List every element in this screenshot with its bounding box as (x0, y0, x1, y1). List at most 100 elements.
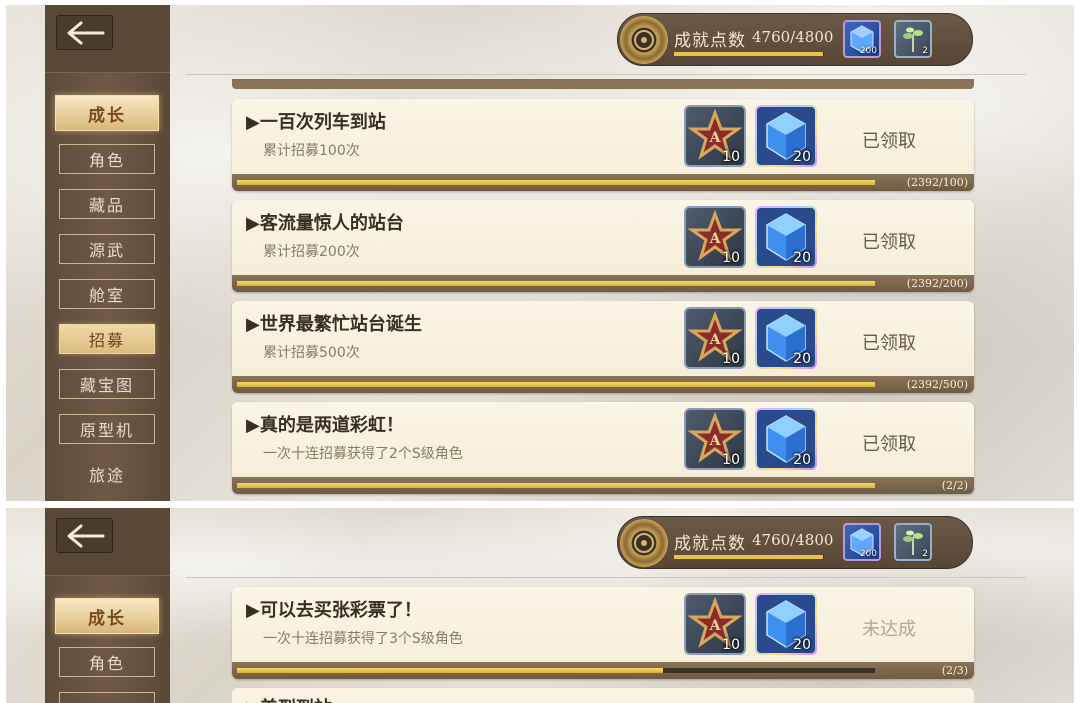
nav-item-treasure-map[interactable]: 藏宝图 (59, 369, 155, 399)
progress-track (237, 668, 875, 673)
reward-item-crystal[interactable]: 20 (755, 408, 817, 470)
reward-item-crystal[interactable]: 20 (755, 105, 817, 167)
card-title: ▶真的是两道彩虹！ (246, 415, 404, 436)
card-title: ▶美到到站 (246, 694, 332, 703)
compass-emblem-icon (620, 16, 668, 64)
nav-item-source-weapon[interactable]: 源武 (59, 234, 155, 264)
nav-item-label: 旅途 (88, 466, 125, 485)
claim-status: 未达成 (862, 619, 916, 640)
points-progress (674, 52, 824, 56)
reward-count: 20 (793, 149, 811, 165)
progress-text: (2392/100) (906, 176, 968, 189)
svg-text:A: A (709, 433, 722, 449)
reward-count: 20 (793, 351, 811, 367)
claim-status[interactable]: 已领取 (862, 430, 916, 456)
reward-item-crystal[interactable]: 20 (755, 307, 817, 369)
points-progress (674, 555, 824, 559)
milestone-reward-crystal[interactable]: 200 (843, 523, 881, 561)
reward-count: 10 (722, 149, 740, 165)
reward-item-badge[interactable]: A 10 (684, 307, 746, 369)
nav-item-cabin[interactable]: 舱室 (59, 279, 155, 309)
nav-item-growth[interactable]: 成长 (55, 598, 159, 634)
nav-item-recruit[interactable]: 招募 (59, 324, 155, 354)
points-value: 4760/4800 (752, 28, 834, 46)
reward-count: 10 (722, 452, 740, 468)
compass-emblem-icon (620, 519, 668, 567)
nav-item-collection[interactable] (59, 692, 155, 703)
progress-text: (2/3) (941, 664, 968, 677)
card-progress-bar: (2/2) (232, 477, 974, 494)
progress-fill (237, 382, 875, 387)
nav-item-label: 舱室 (88, 286, 125, 305)
reward-count: 200 (859, 549, 877, 559)
points-label: 成就点数 (674, 534, 746, 554)
nav-item-label: 源武 (88, 241, 125, 260)
progress-text: (2392/500) (906, 378, 968, 391)
achievement-points-bar: 成就点数 4760/4800 200 2 (617, 13, 973, 66)
progress-text: (2/2) (941, 479, 968, 492)
achievement-card: ▶真的是两道彩虹！ 一次十连招募获得了2个S级角色 A 10 20 已领取 (2/2) (232, 402, 974, 494)
claim-status[interactable]: 已领取 (862, 329, 916, 355)
milestone-reward-crystal[interactable]: 200 (843, 20, 881, 58)
reward-item-badge[interactable]: A 10 (684, 105, 746, 167)
card-title: ▶世界最繁忙站台诞生 (246, 314, 422, 335)
back-button[interactable] (56, 15, 113, 50)
reward-count: 10 (722, 637, 740, 653)
reward-count: 20 (793, 250, 811, 266)
reward-count: 20 (793, 452, 811, 468)
points-value: 4760/4800 (752, 531, 834, 549)
nav-item-prototype[interactable]: 原型机 (59, 414, 155, 444)
card-progress-bar: (2/3) (232, 662, 974, 679)
reward-item-badge[interactable]: A 10 (684, 408, 746, 470)
claim-status[interactable]: 已领取 (862, 127, 916, 153)
progress-fill (237, 668, 663, 673)
points-progress-fill (674, 52, 823, 56)
card-title: ▶一百次列车到站 (246, 112, 386, 133)
achievement-card: ▶一百次列车到站 累计招募100次 A 10 20 已领取 (2392/100) (232, 99, 974, 191)
back-button[interactable] (56, 518, 113, 553)
nav-item-label: 招募 (88, 331, 125, 350)
svg-text:A: A (709, 332, 722, 348)
points-label: 成就点数 (674, 31, 746, 51)
header-divider (186, 577, 1026, 578)
svg-text:A: A (709, 130, 722, 146)
achievement-screen-1: 成长 角色 藏品 源武 舱室 招募 藏宝图 原型机 旅途 成就点数 4760/4… (6, 5, 1074, 501)
nav-item-character[interactable]: 角色 (59, 647, 155, 677)
nav-item-journey[interactable]: 旅途 (59, 459, 155, 489)
sidebar: 成长 角色 (45, 508, 170, 703)
milestone-reward-plant[interactable]: 2 (894, 523, 932, 561)
reward-count: 2 (922, 549, 928, 559)
nav-item-label: 原型机 (79, 421, 134, 440)
progress-track (237, 382, 875, 387)
nav-item-label: 成长 (88, 608, 126, 629)
claim-status[interactable]: 已领取 (862, 228, 916, 254)
svg-text:A: A (709, 618, 722, 634)
progress-fill (237, 483, 875, 488)
card-title: ▶客流量惊人的站台 (246, 213, 404, 234)
reward-count: 10 (722, 250, 740, 266)
nav-item-growth[interactable]: 成长 (55, 95, 159, 131)
reward-count: 10 (722, 351, 740, 367)
reward-count: 20 (793, 637, 811, 653)
reward-item-crystal[interactable]: 20 (755, 206, 817, 268)
reward-item-badge[interactable]: A 10 (684, 593, 746, 655)
previous-card-edge (232, 79, 974, 89)
card-progress-bar: (2392/100) (232, 174, 974, 191)
progress-track (237, 180, 875, 185)
progress-track (237, 483, 875, 488)
nav-item-collection[interactable]: 藏品 (59, 189, 155, 219)
progress-fill (237, 180, 875, 185)
reward-item-crystal[interactable]: 20 (755, 593, 817, 655)
nav-item-label: 藏宝图 (79, 376, 134, 395)
header-divider (186, 74, 1026, 75)
sidebar: 成长 角色 藏品 源武 舱室 招募 藏宝图 原型机 旅途 (45, 5, 170, 501)
milestone-reward-plant[interactable]: 2 (894, 20, 932, 58)
reward-item-badge[interactable]: A 10 (684, 206, 746, 268)
progress-fill (237, 281, 875, 286)
card-progress-bar: (2392/500) (232, 376, 974, 393)
nav-item-character[interactable]: 角色 (59, 144, 155, 174)
achievement-card: ▶世界最繁忙站台诞生 累计招募500次 A 10 20 已领取 (2392/500) (232, 301, 974, 393)
nav-item-label: 角色 (88, 654, 125, 673)
achievement-card: ▶客流量惊人的站台 累计招募200次 A 10 20 已领取 (2392/200) (232, 200, 974, 292)
reward-count: 2 (922, 46, 928, 56)
